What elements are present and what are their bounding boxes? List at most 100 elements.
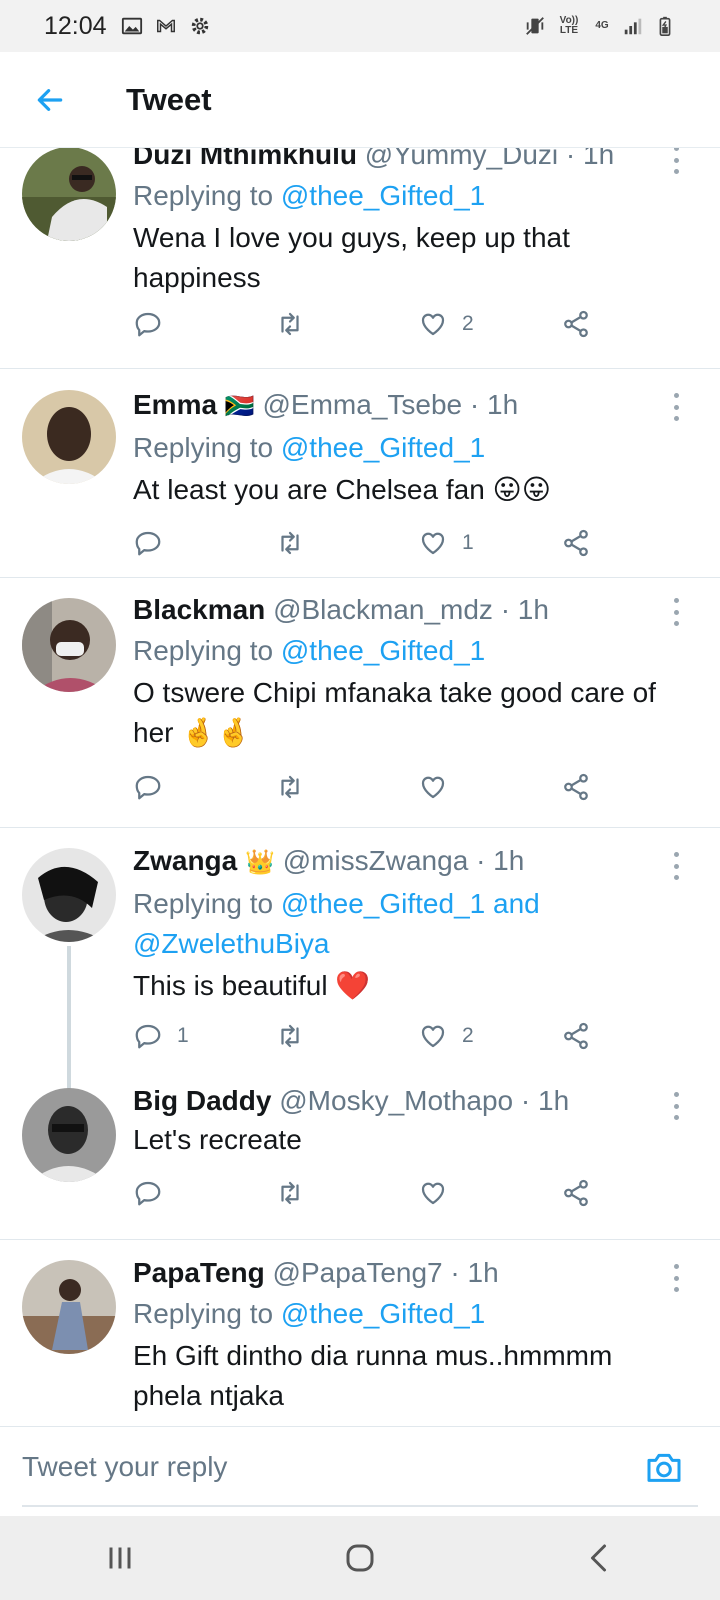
retweet-button[interactable] [275, 304, 319, 344]
network-type-indicator: 4G [595, 20, 609, 31]
camera-button[interactable] [644, 1447, 684, 1487]
timestamp: · 1h [520, 1085, 570, 1116]
share-button[interactable] [561, 1173, 591, 1213]
retweet-icon [281, 312, 299, 336]
display-name[interactable]: PapaTeng [133, 1257, 265, 1288]
retweet-icon [281, 531, 299, 555]
mention-link[interactable]: @thee_Gifted_1 and [281, 888, 540, 919]
signal-strength-icon [622, 15, 644, 37]
mention-link-2[interactable]: @ZwelethuBiya [133, 928, 330, 959]
retweet-button[interactable] [275, 1173, 319, 1213]
share-icon [564, 529, 588, 557]
reply-button[interactable]: 1 [133, 1016, 189, 1056]
handle[interactable]: @PapaTeng7 [273, 1257, 443, 1288]
handle[interactable]: @missZwanga [283, 845, 469, 876]
tweet-actions [133, 767, 613, 807]
avatar[interactable] [22, 390, 116, 484]
mention-link[interactable]: @thee_Gifted_1 [281, 180, 485, 211]
tweet-item[interactable]: Duzi Mthimkhulu @Yummy_Duzi · 1h Replyin… [0, 148, 720, 369]
retweet-button[interactable] [275, 767, 319, 807]
handle[interactable]: @Blackman_mdz [273, 594, 493, 625]
share-icon [564, 1022, 588, 1050]
handle[interactable]: @Emma_Tsebe [263, 389, 463, 420]
reply-button[interactable] [133, 523, 177, 563]
display-name[interactable]: Duzi Mthimkhulu [133, 148, 357, 170]
avatar[interactable] [22, 148, 116, 241]
input-underline [22, 1505, 698, 1507]
tweet-header: Big Daddy @Mosky_Mothapo · 1h [133, 1084, 680, 1118]
reply-button[interactable] [133, 767, 177, 807]
back-button[interactable] [0, 52, 100, 148]
share-button[interactable] [561, 304, 591, 344]
reply-icon [135, 1181, 161, 1206]
reply-button[interactable] [133, 304, 177, 344]
reply-icon [135, 775, 161, 800]
mention-link[interactable]: @thee_Gifted_1 [281, 432, 485, 463]
display-name[interactable]: Big Daddy [133, 1085, 271, 1116]
share-button[interactable] [561, 767, 591, 807]
avatar[interactable] [22, 848, 116, 942]
top-app-bar: Tweet [0, 52, 720, 148]
like-button[interactable] [418, 1173, 462, 1213]
back-icon [591, 1544, 606, 1572]
reply-button[interactable] [133, 1173, 177, 1213]
display-name[interactable]: Zwanga [133, 845, 237, 876]
tweet-actions [133, 1173, 613, 1213]
like-count: 2 [462, 312, 474, 335]
retweet-icon [281, 775, 299, 799]
mention-link[interactable]: @thee_Gifted_1 [281, 635, 485, 666]
mute-vibrate-icon [524, 15, 546, 37]
share-icon [564, 1179, 588, 1207]
home-button[interactable] [330, 1528, 390, 1588]
like-icon [421, 313, 445, 336]
timestamp: · 1h [565, 148, 615, 170]
reply-input[interactable]: Tweet your reply [22, 1437, 540, 1497]
retweet-button[interactable] [275, 523, 319, 563]
tweet-item[interactable]: Zwanga 👑 @missZwanga · 1h Replying to @t… [0, 828, 720, 1096]
mention-link[interactable]: @thee_Gifted_1 [281, 1298, 485, 1329]
status-time: 12:04 [44, 11, 107, 40]
tweet-text: At least you are Chelsea fan 😛😛 [133, 474, 551, 505]
timestamp: · 1h [476, 845, 525, 876]
tweet-actions: 1 [133, 523, 613, 563]
tweet-item[interactable]: Blackman @Blackman_mdz · 1h Replying to … [0, 578, 720, 828]
page-title: Tweet [126, 81, 212, 117]
share-button[interactable] [561, 523, 591, 563]
avatar[interactable] [22, 1260, 116, 1354]
share-icon [564, 773, 588, 801]
avatar[interactable] [22, 1088, 116, 1182]
like-button[interactable] [418, 767, 462, 807]
share-button[interactable] [561, 1016, 591, 1056]
gmail-notification-icon [155, 15, 177, 37]
reply-composer: Tweet your reply [0, 1426, 720, 1516]
recents-button[interactable] [90, 1528, 150, 1588]
replying-to: Replying to @thee_Gifted_1 [133, 1294, 680, 1334]
gallery-notification-icon [121, 15, 143, 37]
like-button[interactable]: 2 [418, 304, 474, 344]
replying-to-label: Replying to [133, 635, 281, 666]
like-icon [421, 1182, 445, 1205]
like-count: 2 [462, 1024, 474, 1047]
tweet-item[interactable]: Emma 🇿🇦 @Emma_Tsebe · 1h Replying to @th… [0, 369, 720, 578]
retweet-button[interactable] [275, 1016, 319, 1056]
retweet-icon [281, 1024, 299, 1048]
avatar[interactable] [22, 598, 116, 692]
handle[interactable]: @Mosky_Mothapo [279, 1085, 513, 1116]
tweet-item[interactable]: Big Daddy @Mosky_Mothapo · 1h Let's recr… [0, 1078, 720, 1240]
timestamp: · 1h [469, 389, 519, 420]
timestamp: · 1h [450, 1257, 499, 1288]
recents-icon [109, 1547, 131, 1569]
tweet-item[interactable]: PapaTeng @PapaTeng7 · 1h Replying to @th… [0, 1240, 720, 1426]
tweet-text: Wena I love you guys, keep up that happi… [133, 222, 570, 293]
name-emoji: 🇿🇦 [224, 393, 255, 420]
display-name[interactable]: Emma [133, 389, 217, 420]
display-name[interactable]: Blackman [133, 594, 265, 625]
back-arrow-icon [37, 88, 63, 111]
like-button[interactable]: 2 [418, 1016, 474, 1056]
system-back-button[interactable] [570, 1528, 630, 1588]
tweet-text: O tswere Chipi mfanaka take good care of… [133, 677, 656, 748]
reply-feed[interactable]: Duzi Mthimkhulu @Yummy_Duzi · 1h Replyin… [0, 148, 720, 1426]
like-button[interactable]: 1 [418, 523, 474, 563]
thread-line [67, 946, 71, 1096]
handle[interactable]: @Yummy_Duzi [365, 148, 558, 170]
